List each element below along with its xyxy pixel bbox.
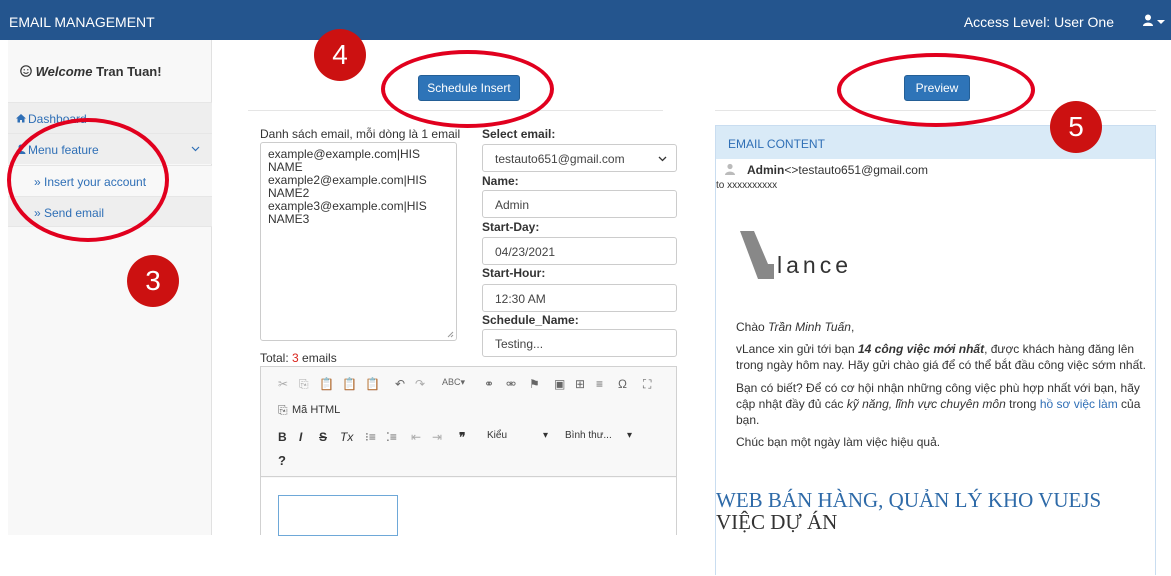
total-count: 3 — [292, 351, 299, 365]
vlance-logo-mark — [740, 231, 774, 279]
annotation-circle-preview — [837, 53, 1035, 127]
paste-icon[interactable]: 📋 — [319, 377, 334, 391]
home-icon — [16, 114, 26, 123]
source-icon[interactable]: ⎘ — [278, 403, 288, 418]
select-email-value: testauto651@gmail.com — [495, 152, 625, 166]
email-intro: vLance xin gửi tới bạn 14 công việc mới … — [736, 342, 1146, 372]
name-field[interactable]: Admin — [482, 190, 677, 218]
bold-icon[interactable]: B — [278, 430, 287, 444]
chevron-down-icon — [658, 156, 667, 162]
unlink-icon[interactable]: ⚮ — [506, 377, 516, 391]
smile-icon — [20, 65, 32, 77]
cut-icon[interactable]: ✂ — [278, 377, 288, 391]
email-preview-body: Admin<>testauto651@gmail.com to xxxxxxxx… — [716, 159, 1155, 576]
source-button[interactable]: Mã HTML — [292, 404, 340, 416]
italic-icon[interactable]: I — [299, 430, 302, 444]
sidebar: Welcome Tran Tuan! Dashboard Menu featur… — [8, 40, 212, 535]
main-content: Schedule Insert Preview Danh sách email,… — [213, 40, 1171, 576]
vlance-logo-text: lance — [777, 252, 852, 278]
paste-word-icon[interactable]: 📋 — [365, 377, 380, 391]
chevron-down-icon — [191, 146, 200, 152]
copy-icon[interactable]: ⎘ — [299, 377, 309, 392]
email-list-line: NAME3 — [268, 212, 310, 226]
email-tip: Bạn có biết? Để có cơ hội nhận những côn… — [736, 381, 1141, 427]
bullet-list-icon[interactable]: ⁚≡ — [386, 430, 397, 444]
remove-format-icon[interactable]: Tx — [340, 430, 353, 444]
blockquote-icon[interactable]: ❞ — [459, 430, 465, 444]
top-navbar: EMAIL MANAGEMENT Access Level: User One — [0, 0, 1171, 40]
format-dropdown[interactable]: Bình thư... ▾ — [565, 430, 632, 441]
resize-handle-icon[interactable] — [447, 331, 454, 338]
start-hour-label: Start-Hour: — [482, 266, 546, 280]
annotation-circle-schedule — [381, 50, 554, 128]
email-list-textarea[interactable]: example@example.com|HIS NAME example2@ex… — [260, 142, 457, 341]
schedule-name-field[interactable]: Testing... — [482, 329, 677, 357]
start-day-field[interactable]: 04/23/2021 — [482, 237, 677, 265]
welcome-message: Welcome Tran Tuan! — [20, 64, 162, 79]
start-day-label: Start-Day: — [482, 220, 540, 234]
email-closing: Chúc bạn một ngày làm việc hiệu quả. — [736, 435, 941, 449]
email-greeting: Chào Trần Minh Tuấn, — [736, 320, 855, 334]
select-email-dropdown[interactable]: testauto651@gmail.com — [482, 144, 677, 172]
indent-icon[interactable]: ⇥ — [432, 430, 442, 444]
numbered-list-icon[interactable]: ⁝≡ — [365, 430, 376, 444]
total-emails: Total: 3 emails — [260, 351, 337, 365]
image-placeholder — [278, 495, 398, 536]
access-level: Access Level: User One — [963, 14, 1114, 30]
select-email-label: Select email: — [482, 127, 556, 141]
user-menu[interactable] — [1142, 14, 1165, 29]
redo-icon[interactable]: ↷ — [415, 377, 425, 391]
paste-text-icon[interactable]: 📋 — [342, 377, 357, 391]
annotation-marker-5: 5 — [1050, 101, 1102, 153]
start-hour-field[interactable]: 12:30 AM — [482, 284, 677, 312]
strike-icon[interactable]: S — [319, 430, 327, 444]
job-title[interactable]: WEB BÁN HÀNG, QUẢN LÝ KHO VUEJS VIỆC DỰ … — [716, 489, 1154, 533]
anchor-flag-icon[interactable]: ⚑ — [529, 377, 540, 391]
link-icon[interactable]: ⚭ — [484, 377, 494, 391]
image-icon[interactable]: ▣ — [554, 377, 565, 391]
caret-down-icon — [1157, 20, 1165, 24]
help-icon[interactable]: ? — [278, 453, 286, 468]
annotation-circle-menu — [7, 118, 169, 242]
outdent-icon[interactable]: ⇤ — [411, 430, 421, 444]
profile-link[interactable]: hồ sơ việc làm — [1040, 397, 1118, 411]
email-preview-panel: EMAIL CONTENT Admin<>testauto651@gmail.c… — [715, 125, 1156, 576]
rich-text-editor: ✂ ⎘ 📋 📋 📋 ↶ ↷ ABC▾ ⚭ ⚮ ⚑ ▣ ⊞ ≡ Ω ⛶ ⎘ Mã … — [260, 366, 677, 536]
spellcheck-icon[interactable]: ABC▾ — [442, 377, 465, 388]
email-sender: Admin<>testauto651@gmail.com — [747, 163, 928, 177]
horizontal-line-icon[interactable]: ≡ — [596, 377, 603, 391]
undo-icon[interactable]: ↶ — [395, 377, 405, 391]
annotation-marker-3: 3 — [127, 255, 179, 307]
annotation-marker-4: 4 — [314, 29, 366, 81]
email-to-line: to xxxxxxxxxx — [716, 180, 778, 191]
name-label: Name: — [482, 174, 519, 188]
special-char-icon[interactable]: Ω — [618, 377, 627, 391]
maximize-icon[interactable]: ⛶ — [643, 377, 651, 392]
schedule-name-label: Schedule_Name: — [482, 313, 579, 327]
editor-body[interactable] — [261, 478, 676, 536]
editor-toolbar: ✂ ⎘ 📋 📋 📋 ↶ ↷ ABC▾ ⚭ ⚮ ⚑ ▣ ⊞ ≡ Ω ⛶ ⎘ Mã … — [261, 367, 676, 477]
style-dropdown[interactable]: Kiểu ▾ — [487, 430, 548, 441]
vlance-logo: lance — [740, 231, 880, 279]
table-icon[interactable]: ⊞ — [575, 377, 585, 391]
user-icon — [1142, 14, 1153, 26]
email-list-label: Danh sách email, mỗi dòng là 1 email — [260, 127, 461, 141]
app-title[interactable]: EMAIL MANAGEMENT — [9, 14, 155, 30]
avatar-icon — [725, 163, 735, 175]
